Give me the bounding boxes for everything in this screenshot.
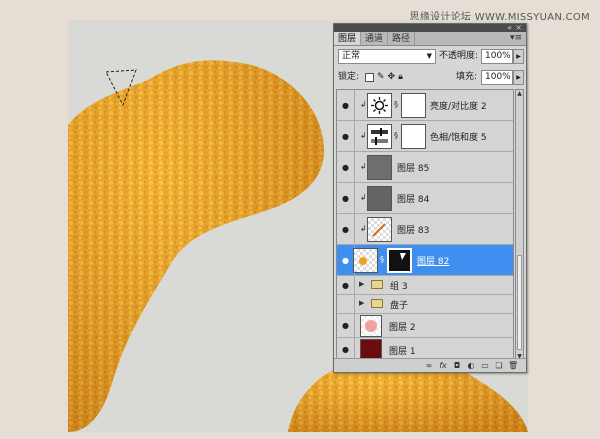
chain-link-icon[interactable]: § [394,131,398,140]
visibility-eye-icon[interactable]: ● [337,276,355,294]
opacity-field[interactable]: 100% [481,49,513,64]
tab-paths[interactable]: 路径 [388,32,416,45]
layer-name: 色相/饱和度 5 [430,133,487,143]
layer-name: 盘子 [390,301,409,311]
clip-arrow-icon: ↲ [360,193,367,202]
chevron-down-icon: ▼ [426,52,432,60]
scrollbar-thumb[interactable] [517,255,522,350]
layers-panel: « × 图层 通道 路径 ▾≡ 正常 ▼ 不透明度: 100% ▶ 锁定: ✎ … [333,23,527,373]
new-layer-icon[interactable]: ❏ [494,361,504,370]
lock-label: 锁定: [338,72,360,82]
layer-name: 图层 1 [389,347,416,357]
group-row[interactable]: ● ▶ 组 3 [337,276,513,295]
visibility-eye-icon[interactable]: ● [337,90,355,120]
lock-all-icon[interactable]: 🔒︎ [398,70,403,84]
close-icon[interactable]: × [515,23,522,32]
tab-channels[interactable]: 通道 [361,32,389,45]
fill-arrow-icon[interactable]: ▶ [513,70,524,85]
lock-transparency-icon[interactable] [365,73,374,82]
visibility-eye-off-icon[interactable] [337,295,355,313]
visibility-eye-icon[interactable]: ● [337,152,355,182]
visibility-eye-icon[interactable]: ● [337,314,355,337]
tab-layers[interactable]: 图层 [334,32,362,45]
layer-name: 组 3 [390,282,408,292]
layer-thumbnail [360,315,382,337]
visibility-eye-icon[interactable]: ● [337,214,355,244]
layer-name: 图层 2 [389,323,416,333]
blend-mode-value: 正常 [342,51,361,61]
layers-list: ● ↲ § 亮度/对比度 2 ● ↲ § 色相/饱和度 5 ● ↲ 图层 85 [336,89,514,361]
visibility-eye-icon[interactable]: ● [337,121,355,151]
lock-position-icon[interactable]: ✥ [388,70,396,84]
clip-arrow-icon: ↲ [360,100,367,109]
chicken-drumstick [68,60,324,432]
opacity-label: 不透明度: [439,51,479,61]
layer-thumbnail [367,186,392,211]
layers-scrollbar[interactable]: ▲ ▼ [515,89,524,361]
mask-icon[interactable]: ◘ [452,361,462,370]
adjustment-icon[interactable]: ◐ [466,361,476,370]
chain-link-icon[interactable]: § [380,255,384,264]
layer-row[interactable]: ● ↲ § 色相/饱和度 5 [337,121,513,152]
trash-icon[interactable]: 🗑︎ [508,361,518,370]
layer-row[interactable]: ● ↲ § 亮度/对比度 2 [337,90,513,121]
clip-arrow-icon: ↲ [360,162,367,171]
layer-name: 图层 85 [397,164,430,174]
blend-mode-select[interactable]: 正常 ▼ [338,49,436,64]
visibility-eye-icon[interactable]: ● [337,183,355,213]
layer-row[interactable]: ● ↲ 图层 83 [337,214,513,245]
fill-field[interactable]: 100% [481,70,513,85]
layer-row-selected[interactable]: ● § 图层 82 [337,245,513,276]
panel-bottom-toolbar: ∞ fx ◘ ◐ ▭ ❏ 🗑︎ [334,358,526,372]
layer-mask-thumbnail[interactable] [387,248,412,273]
link-icon[interactable]: ∞ [424,361,434,370]
layer-name: 亮度/对比度 2 [430,102,487,112]
fx-icon[interactable]: fx [438,361,448,370]
layer-name: 图层 84 [397,195,430,205]
layer-name: 图层 82 [417,257,450,267]
layer-row[interactable]: ● ↲ 图层 84 [337,183,513,214]
layer-row[interactable]: ● 图层 2 [337,314,513,338]
clip-arrow-icon: ↲ [360,131,367,140]
panel-menu-icon[interactable]: ▾≡ [510,32,522,45]
layer-thumbnail [367,217,392,242]
panel-titlebar[interactable]: « × [334,23,526,32]
layer-thumbnail [367,155,392,180]
layer-name: 图层 83 [397,226,430,236]
layer-mask-thumbnail[interactable] [401,124,426,149]
chain-link-icon[interactable]: § [394,100,398,109]
hue-saturation-adjustment-icon [367,124,392,149]
folder-icon [371,280,383,289]
layer-row[interactable]: ● ↲ 图层 85 [337,152,513,183]
layer-thumbnail [353,248,378,273]
folder-icon [371,299,383,308]
collapse-icon[interactable]: « [507,23,512,32]
expand-triangle-icon[interactable]: ▶ [359,299,364,307]
fill-label: 填充: [456,72,478,82]
layer-mask-thumbnail[interactable] [401,93,426,118]
scroll-up-icon[interactable]: ▲ [516,90,523,97]
expand-triangle-icon[interactable]: ▶ [359,280,364,288]
clip-arrow-icon: ↲ [360,224,367,233]
opacity-arrow-icon[interactable]: ▶ [513,49,524,64]
group-row[interactable]: ▶ 盘子 [337,295,513,314]
folder-icon[interactable]: ▭ [480,361,490,370]
brightness-adjustment-icon [367,93,392,118]
lock-paint-icon[interactable]: ✎ [377,70,385,84]
panel-tabs: 图层 通道 路径 ▾≡ [334,32,526,46]
